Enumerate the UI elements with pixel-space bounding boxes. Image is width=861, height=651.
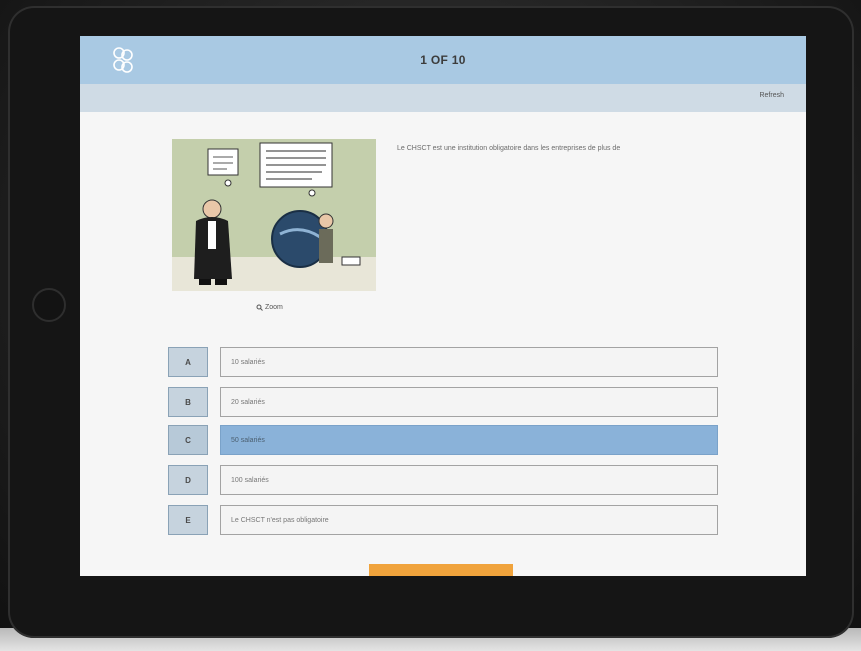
answer-option-c[interactable]: C 50 salariés: [168, 425, 720, 457]
answer-text[interactable]: 100 salariés: [220, 465, 718, 495]
header-bar: 1 OF 10: [80, 36, 806, 84]
answer-option-a[interactable]: A 10 salariés: [168, 347, 720, 379]
answer-option-d[interactable]: D 100 salariés: [168, 465, 720, 497]
zoom-button[interactable]: Zoom: [256, 304, 283, 311]
hexagon-molecule-icon[interactable]: [110, 46, 136, 74]
answer-letter[interactable]: E: [168, 505, 208, 535]
answer-letter[interactable]: B: [168, 387, 208, 417]
answer-letter[interactable]: A: [168, 347, 208, 377]
sub-toolbar: Refresh: [80, 84, 806, 112]
refresh-link[interactable]: Refresh: [759, 92, 784, 99]
question-illustration[interactable]: [172, 139, 376, 291]
app-screen: 1 OF 10 Refresh Zoom Le CHSCT est une in…: [80, 36, 806, 576]
answer-letter[interactable]: D: [168, 465, 208, 495]
home-button[interactable]: [32, 288, 66, 322]
answer-text[interactable]: Le CHSCT n'est pas obligatoire: [220, 505, 718, 535]
answer-text[interactable]: 10 salariés: [220, 347, 718, 377]
zoom-label: Zoom: [265, 304, 283, 311]
answer-option-e[interactable]: E Le CHSCT n'est pas obligatoire: [168, 505, 720, 537]
answer-text[interactable]: 50 salariés: [220, 425, 718, 455]
question-text: Le CHSCT est une institution obligatoire…: [397, 145, 621, 152]
cartoon-drawing: [172, 139, 376, 291]
magnifier-icon: [256, 304, 263, 311]
answer-option-b[interactable]: B 20 salariés: [168, 387, 720, 419]
question-counter: 1 OF 10: [420, 53, 466, 67]
answer-text[interactable]: 20 salariés: [220, 387, 718, 417]
answer-letter[interactable]: C: [168, 425, 208, 455]
progress-tab[interactable]: [369, 564, 513, 576]
